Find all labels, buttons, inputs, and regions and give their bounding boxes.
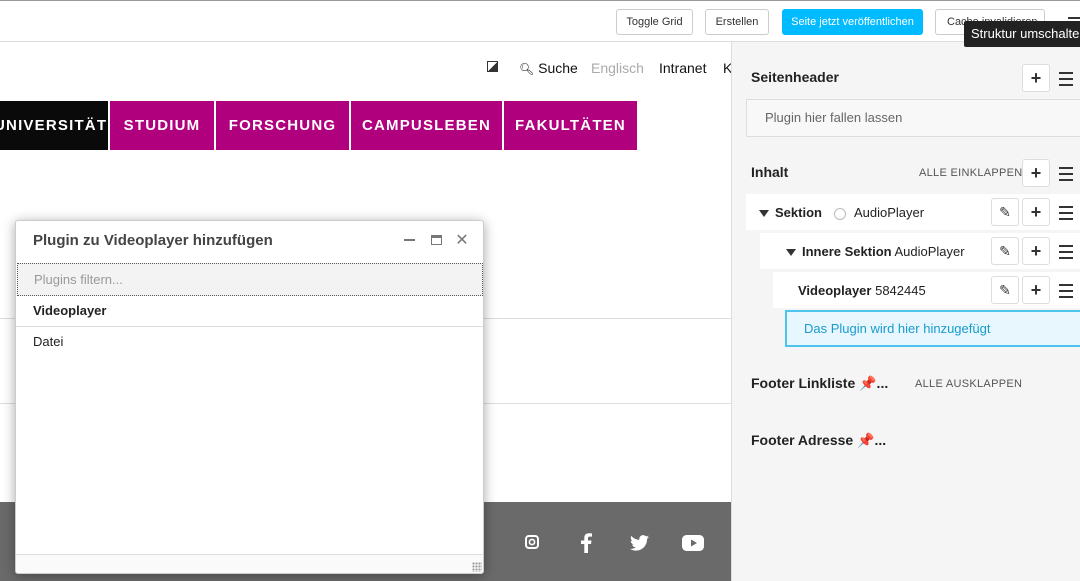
- divider: [16, 326, 483, 327]
- edit-icon[interactable]: ✎: [991, 237, 1019, 265]
- plugin-group-title: Videoplayer: [33, 303, 107, 318]
- intranet-link[interactable]: Intranet: [659, 60, 706, 76]
- structure-toggle-tooltip: Struktur umschalten: [964, 21, 1080, 47]
- circle-icon: [833, 207, 846, 220]
- tree-item-inner-section[interactable]: Innere Sektion AudioPlayer ✎ +: [760, 233, 1080, 269]
- collapse-caret-icon[interactable]: [786, 249, 796, 257]
- plugin-insert-indicator: Das Plugin wird hier hinzugefügt: [785, 310, 1080, 347]
- add-plugin-icon[interactable]: +: [1022, 64, 1050, 92]
- placeholder-title-header: Seitenheader: [751, 69, 839, 85]
- tree-item-videoplayer[interactable]: Videoplayer 5842445 ✎ +: [773, 272, 1080, 308]
- menu-icon[interactable]: [1059, 167, 1077, 181]
- facebook-icon[interactable]: [580, 533, 592, 553]
- menu-icon[interactable]: [1059, 72, 1077, 86]
- nav-item-forschung[interactable]: FORSCHUNG: [216, 101, 349, 150]
- search-icon: 🔍︎: [519, 62, 535, 76]
- main-navigation: UNIVERSITÄT STUDIUM FORSCHUNG CAMPUSLEBE…: [0, 101, 639, 150]
- plugin-option-datei[interactable]: Datei: [33, 334, 63, 349]
- contrast-icon[interactable]: [487, 61, 498, 72]
- placeholder-title-content: Inhalt: [751, 164, 789, 180]
- expand-all-button[interactable]: ALLE AUSKLAPPEN: [915, 378, 1022, 390]
- edit-icon[interactable]: ✎: [991, 198, 1019, 226]
- menu-icon[interactable]: [1059, 284, 1077, 298]
- instagram-icon[interactable]: [525, 535, 539, 549]
- language-english-link[interactable]: Englisch: [591, 60, 644, 76]
- structure-panel: Seitenheader + Plugin hier fallen lassen…: [731, 42, 1080, 581]
- site-topbar: 🔍︎ Suche Englisch Intranet K: [0, 42, 731, 92]
- nav-item-fakultaeten[interactable]: FAKULTÄTEN: [504, 101, 637, 150]
- search-link[interactable]: 🔍︎ Suche: [519, 60, 578, 76]
- cms-toolbar: Toggle Grid Erstellen Seite jetzt veröff…: [0, 0, 1080, 42]
- menu-icon[interactable]: [1059, 206, 1077, 220]
- add-plugin-icon[interactable]: +: [1022, 237, 1050, 265]
- toggle-grid-button[interactable]: Toggle Grid: [616, 9, 693, 35]
- modal-title: Plugin zu Videoplayer hinzufügen: [33, 232, 273, 249]
- plugin-drop-zone[interactable]: Plugin hier fallen lassen: [746, 99, 1080, 137]
- modal-footer: [16, 554, 483, 573]
- twitter-icon[interactable]: [630, 535, 649, 551]
- add-plugin-icon[interactable]: +: [1022, 159, 1050, 187]
- publish-button[interactable]: Seite jetzt veröffentlichen: [782, 9, 923, 35]
- add-plugin-icon[interactable]: +: [1022, 198, 1050, 226]
- top-link-k[interactable]: K: [723, 60, 731, 76]
- tree-item-section[interactable]: Sektion AudioPlayer ✎ +: [746, 194, 1080, 230]
- nav-item-universitaet[interactable]: UNIVERSITÄT: [0, 101, 108, 150]
- close-icon[interactable]: ✕: [454, 231, 470, 249]
- create-button[interactable]: Erstellen: [705, 9, 769, 35]
- edit-icon[interactable]: ✎: [991, 276, 1019, 304]
- nav-item-campusleben[interactable]: CAMPUSLEBEN: [351, 101, 502, 150]
- add-plugin-icon[interactable]: +: [1022, 276, 1050, 304]
- plugin-filter-input[interactable]: [17, 263, 483, 296]
- placeholder-title-footer-address: Footer Adresse 📌...: [751, 432, 887, 448]
- nav-item-studium[interactable]: STUDIUM: [110, 101, 214, 150]
- resize-grip-icon[interactable]: [472, 562, 482, 572]
- collapse-caret-icon[interactable]: [759, 210, 769, 218]
- maximize-icon[interactable]: [428, 231, 444, 249]
- add-plugin-modal: Plugin zu Videoplayer hinzufügen ✕ Video…: [15, 220, 484, 574]
- menu-icon[interactable]: [1059, 245, 1077, 259]
- minimize-icon[interactable]: [401, 231, 417, 249]
- collapse-all-button[interactable]: ALLE EINKLAPPEN: [919, 167, 1023, 179]
- youtube-icon[interactable]: [682, 535, 704, 551]
- placeholder-title-footer-links: Footer Linkliste 📌...: [751, 375, 889, 391]
